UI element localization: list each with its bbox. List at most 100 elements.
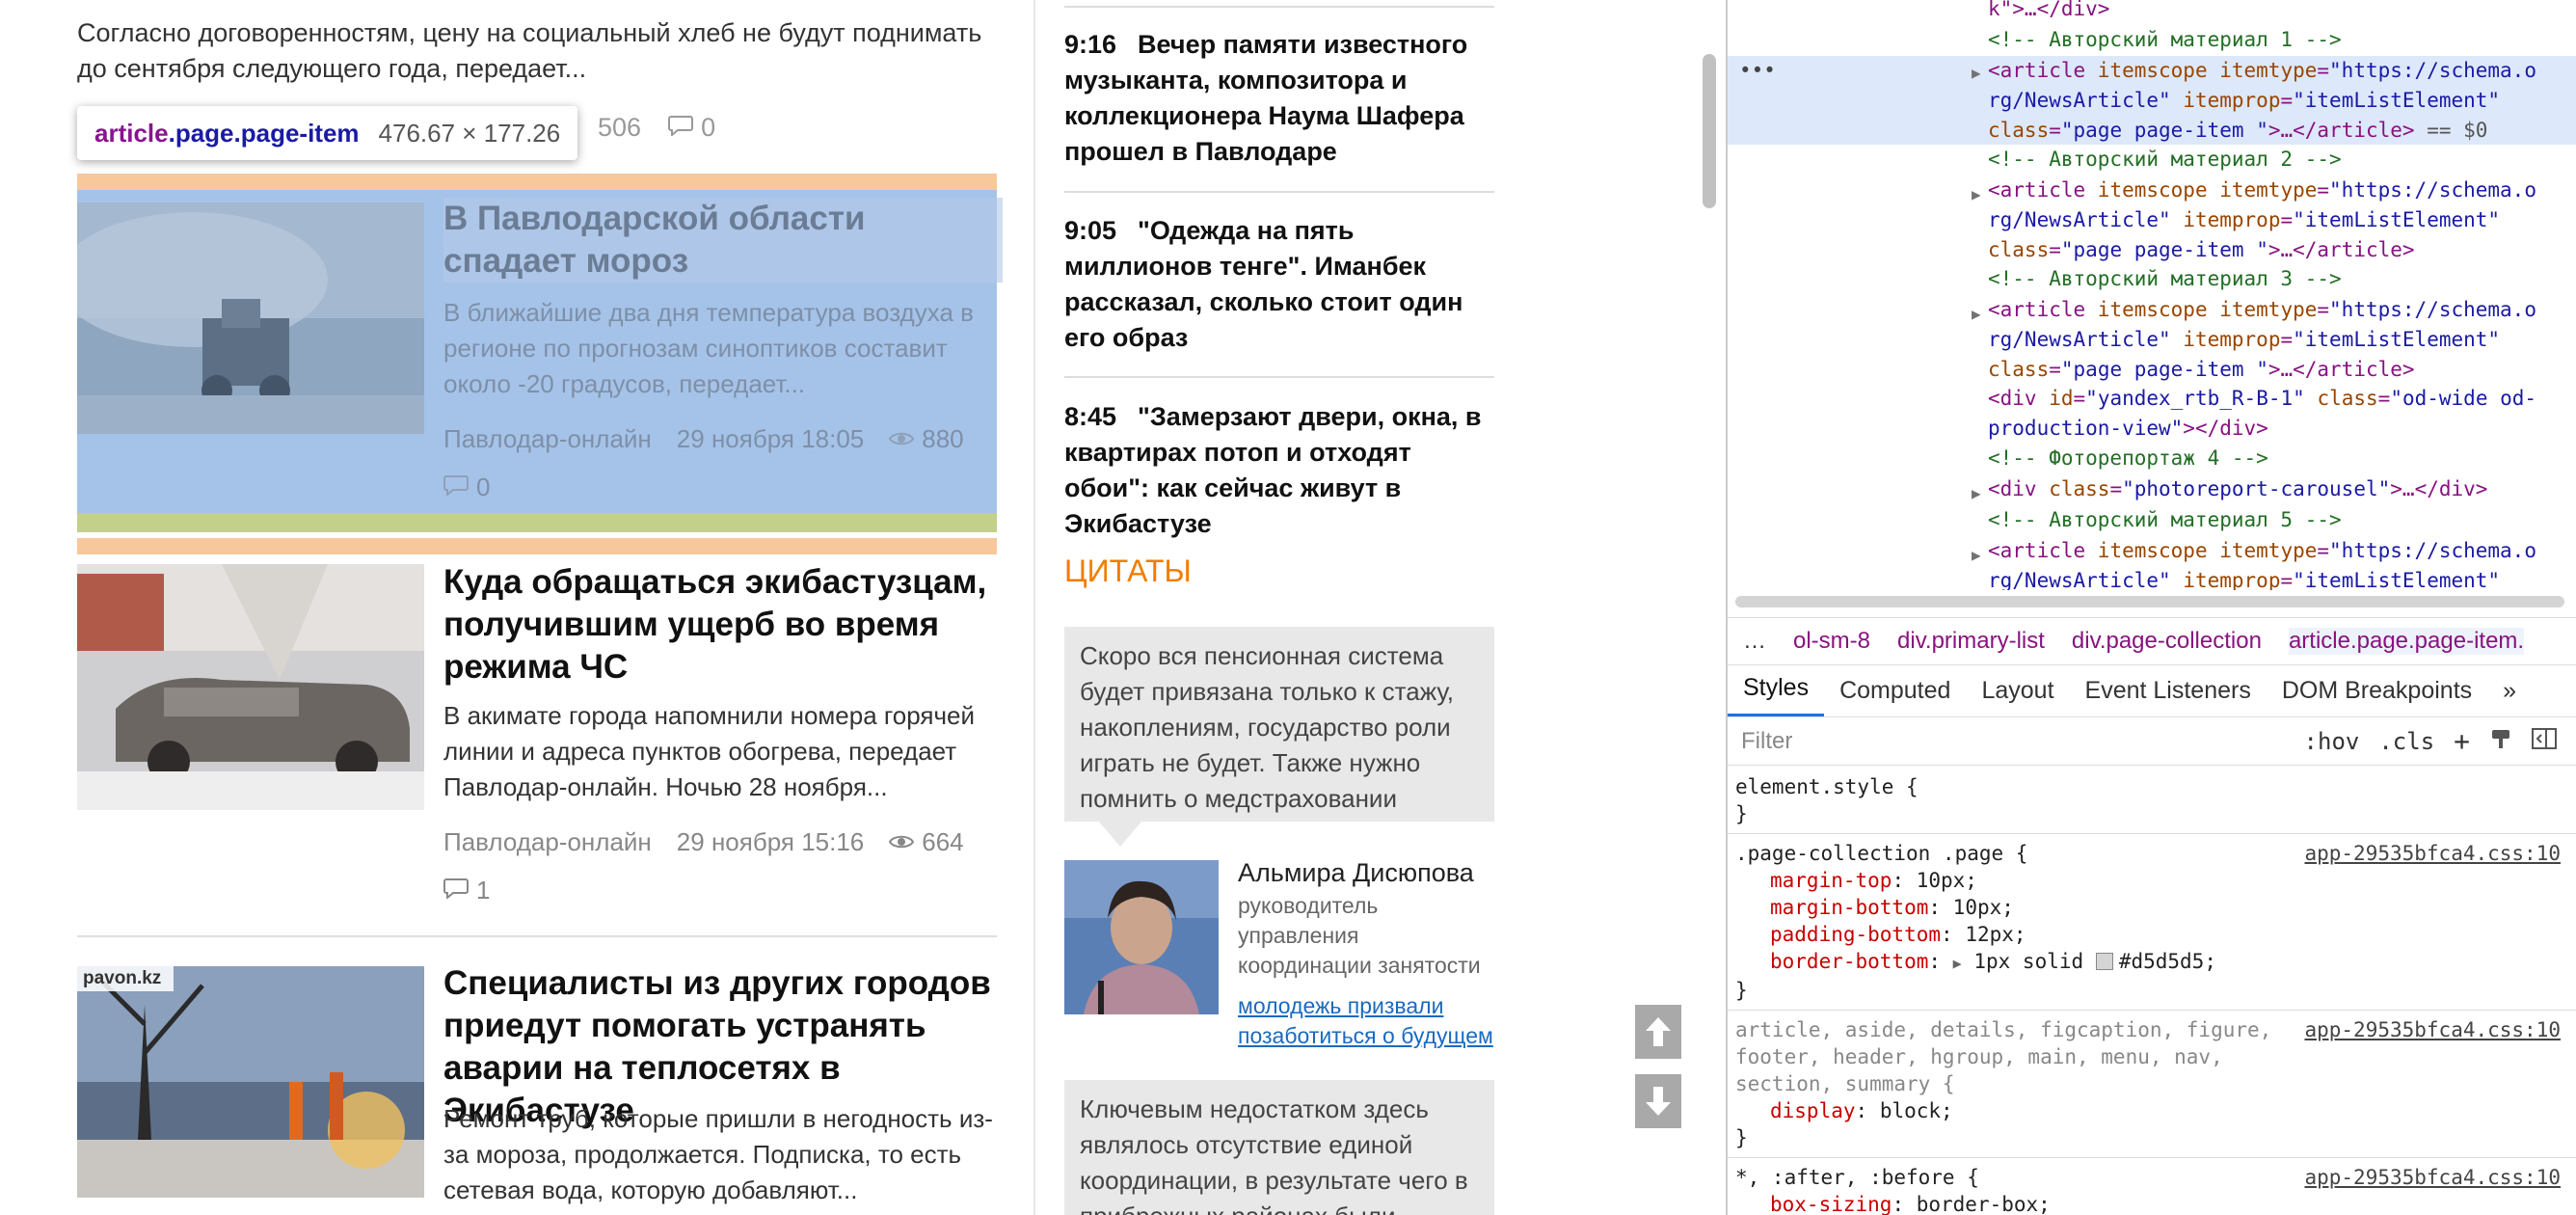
tab-overflow[interactable]: »	[2487, 677, 2532, 716]
quotes-heading[interactable]: ЦИТАТЫ	[1064, 554, 1192, 589]
lead-article-comments: 0	[701, 112, 716, 142]
hover-state-toggle[interactable]: :hov	[2304, 728, 2360, 755]
arrow-down-icon	[1646, 1087, 1671, 1116]
css-property[interactable]: margin-top: 10px;	[1735, 867, 2566, 894]
devtools-panel: k">…</div> <!-- Авторский материал 1 -->…	[1726, 0, 2576, 1215]
breadcrumb-item[interactable]: div.primary-list	[1897, 628, 2045, 655]
highlight-margin-top	[77, 174, 997, 190]
article-thumbnail[interactable]: pavon.kz	[77, 966, 424, 1198]
news-title[interactable]: "Замерзают двери, окна, в квартирах пото…	[1064, 402, 1482, 538]
quote-article-link[interactable]: молодежь призвали позаботиться о будущем	[1238, 991, 1498, 1051]
article-thumbnail[interactable]	[77, 564, 424, 810]
article-description: В ближайшие два дня температура воздуха …	[443, 298, 974, 398]
elements-tree[interactable]: k">…</div> <!-- Авторский материал 1 -->…	[1728, 0, 2576, 590]
news-divider	[1064, 191, 1494, 193]
rule-source-link[interactable]: app-29535bfca4.css:10	[2304, 1016, 2561, 1043]
dom-comment[interactable]: <!-- Авторский материал 3 -->	[1728, 264, 2576, 294]
scroll-down-button[interactable]	[1635, 1074, 1681, 1128]
tab-styles[interactable]: Styles	[1728, 674, 1825, 716]
dom-node[interactable]: <div id="yandex_rtb_R-B-1" class="od-wid…	[1728, 384, 2576, 444]
rule-source-link[interactable]: app-29535bfca4.css:10	[2304, 1164, 2561, 1191]
dom-node-selected[interactable]: ••• ▶ <article itemscope itemtype="https…	[1728, 56, 2576, 145]
tab-event-listeners[interactable]: Event Listeners	[2070, 677, 2267, 716]
eye-icon	[889, 827, 915, 857]
author-role: руководитель управления координации заня…	[1238, 893, 1481, 978]
css-property[interactable]: padding-bottom: 12px;	[1735, 921, 2566, 948]
styles-filter-bar: Filter :hov .cls +	[1728, 717, 2576, 766]
article-thumbnail[interactable]	[77, 202, 424, 434]
dom-node[interactable]: ▶ <article itemscope itemtype="https://s…	[1728, 536, 2576, 590]
lead-article-description: Согласно договоренностям, цену на социал…	[77, 18, 982, 83]
breadcrumb-item[interactable]: …	[1743, 628, 1766, 655]
dom-comment[interactable]: <!-- Фоторепортаж 4 -->	[1728, 444, 2576, 473]
more-icon[interactable]: •••	[1739, 56, 1776, 86]
article-date: 29 ноября 15:16	[676, 827, 865, 856]
dom-node[interactable]: k">…</div>	[1728, 0, 2576, 24]
tab-layout[interactable]: Layout	[1966, 677, 2069, 716]
tooltip-selector: article.page.page-item	[94, 118, 360, 148]
dom-comment[interactable]: <!-- Авторский материал 2 -->	[1728, 145, 2576, 175]
dom-breadcrumb: … ol-sm-8 div.primary-list div.page-coll…	[1728, 617, 2576, 665]
rule-source-link[interactable]: app-29535bfca4.css:10	[2304, 840, 2561, 867]
lead-article-meta: 506 0	[598, 108, 715, 147]
rule-selector: element.style {	[1735, 775, 1919, 798]
toggle-sidebar-icon[interactable]	[2532, 727, 2557, 756]
scroll-up-button[interactable]	[1635, 1005, 1681, 1059]
add-rule-icon[interactable]: +	[2454, 725, 2470, 757]
quote-arrow	[1099, 822, 1141, 847]
article-date: 29 ноября 18:05	[676, 424, 865, 453]
article-title[interactable]: В Павлодарской области спадает мороз	[443, 198, 1003, 283]
comment-icon	[443, 472, 469, 502]
breadcrumb-item[interactable]: div.page-collection	[2072, 628, 2262, 655]
page-scrollbar-thumb[interactable]	[1703, 54, 1716, 208]
news-list-item[interactable]: 9:16 Вечер памяти известного музыканта, к…	[1064, 27, 1494, 170]
css-property[interactable]: box-sizing: border-box;	[1735, 1191, 2566, 1215]
devtools-inspect-tooltip: article.page.page-item 476.67 × 177.26	[77, 106, 578, 160]
pavon-logo: pavon.kz	[83, 968, 162, 988]
dom-node[interactable]: ▶ <article itemscope itemtype="https://s…	[1728, 295, 2576, 385]
css-rule[interactable]: app-29535bfca4.css:10 .page-collection .…	[1728, 834, 2576, 1011]
css-rule[interactable]: app-29535bfca4.css:10 article, aside, de…	[1728, 1011, 2576, 1158]
class-toggle[interactable]: .cls	[2378, 728, 2434, 755]
news-title[interactable]: Вечер памяти известного музыканта, компо…	[1064, 30, 1467, 166]
dom-comment[interactable]: <!-- Авторский материал 5 -->	[1728, 505, 2576, 535]
breadcrumb-item-active[interactable]: article.page.page-item.	[2288, 628, 2525, 655]
highlight-margin-bottom	[77, 538, 997, 554]
css-property[interactable]: display: block;	[1735, 1097, 2566, 1124]
css-rule-element-style[interactable]: element.style { }	[1728, 768, 2576, 834]
news-title[interactable]: "Одежда на пять миллионов тенге". Иманбе…	[1064, 216, 1462, 352]
css-property[interactable]: border-bottom: ▶ 1px solid #d5d5d5;	[1735, 948, 2566, 977]
author-name[interactable]: Альмира Дисюпова	[1238, 858, 1474, 888]
article-title[interactable]: Куда обращаться экибастузцам, получившим…	[443, 561, 1003, 688]
tooltip-dimensions: 476.67 × 177.26	[378, 118, 561, 148]
article-views: 664	[922, 827, 964, 856]
expand-triangle-icon[interactable]: ▶	[1972, 478, 1981, 508]
comment-icon	[668, 113, 694, 143]
quote-box: Ключевым недостатком здесь являлось отсу…	[1064, 1080, 1494, 1215]
dom-comment[interactable]: <!-- Авторский материал 1 -->	[1728, 25, 2576, 55]
breadcrumb-item[interactable]: ol-sm-8	[1793, 628, 1870, 655]
news-list-item[interactable]: 8:45 "Замерзают двери, окна, в квартирах …	[1064, 399, 1494, 542]
color-swatch[interactable]	[2095, 953, 2113, 970]
news-list-item[interactable]: 9:05 "Одежда на пять миллионов тенге". Им…	[1064, 213, 1494, 356]
arrow-up-icon	[1646, 1017, 1671, 1046]
article-comments[interactable]: 1	[443, 876, 490, 905]
dom-node[interactable]: ▶ <div class="photoreport-carousel">…</d…	[1728, 474, 2576, 504]
news-time: 9:16	[1064, 30, 1117, 59]
article-comments[interactable]: 0	[443, 472, 490, 502]
expand-triangle-icon[interactable]: ▶	[1972, 299, 1981, 329]
expand-triangle-icon[interactable]: ▶	[1972, 540, 1981, 570]
tab-computed[interactable]: Computed	[1824, 677, 1966, 716]
browser-viewport: Согласно договоренностям, цену на социал…	[0, 0, 2576, 1215]
article-views: 880	[922, 424, 964, 453]
tab-dom-breakpoints[interactable]: DOM Breakpoints	[2267, 677, 2487, 716]
dom-node[interactable]: ▶ <article itemscope itemtype="https://s…	[1728, 176, 2576, 265]
styles-filter-input[interactable]: Filter	[1728, 728, 2304, 755]
expand-triangle-icon[interactable]: ▶	[1972, 58, 1981, 88]
elements-horizontal-scrollbar[interactable]	[1735, 596, 2564, 608]
expand-triangle-icon[interactable]: ▶	[1972, 179, 1981, 209]
paint-brush-icon[interactable]	[2489, 727, 2512, 756]
css-property[interactable]: margin-bottom: 10px;	[1735, 894, 2566, 921]
css-rule[interactable]: app-29535bfca4.css:10 *, :after, :before…	[1728, 1158, 2576, 1215]
author-avatar[interactable]	[1064, 860, 1219, 1014]
